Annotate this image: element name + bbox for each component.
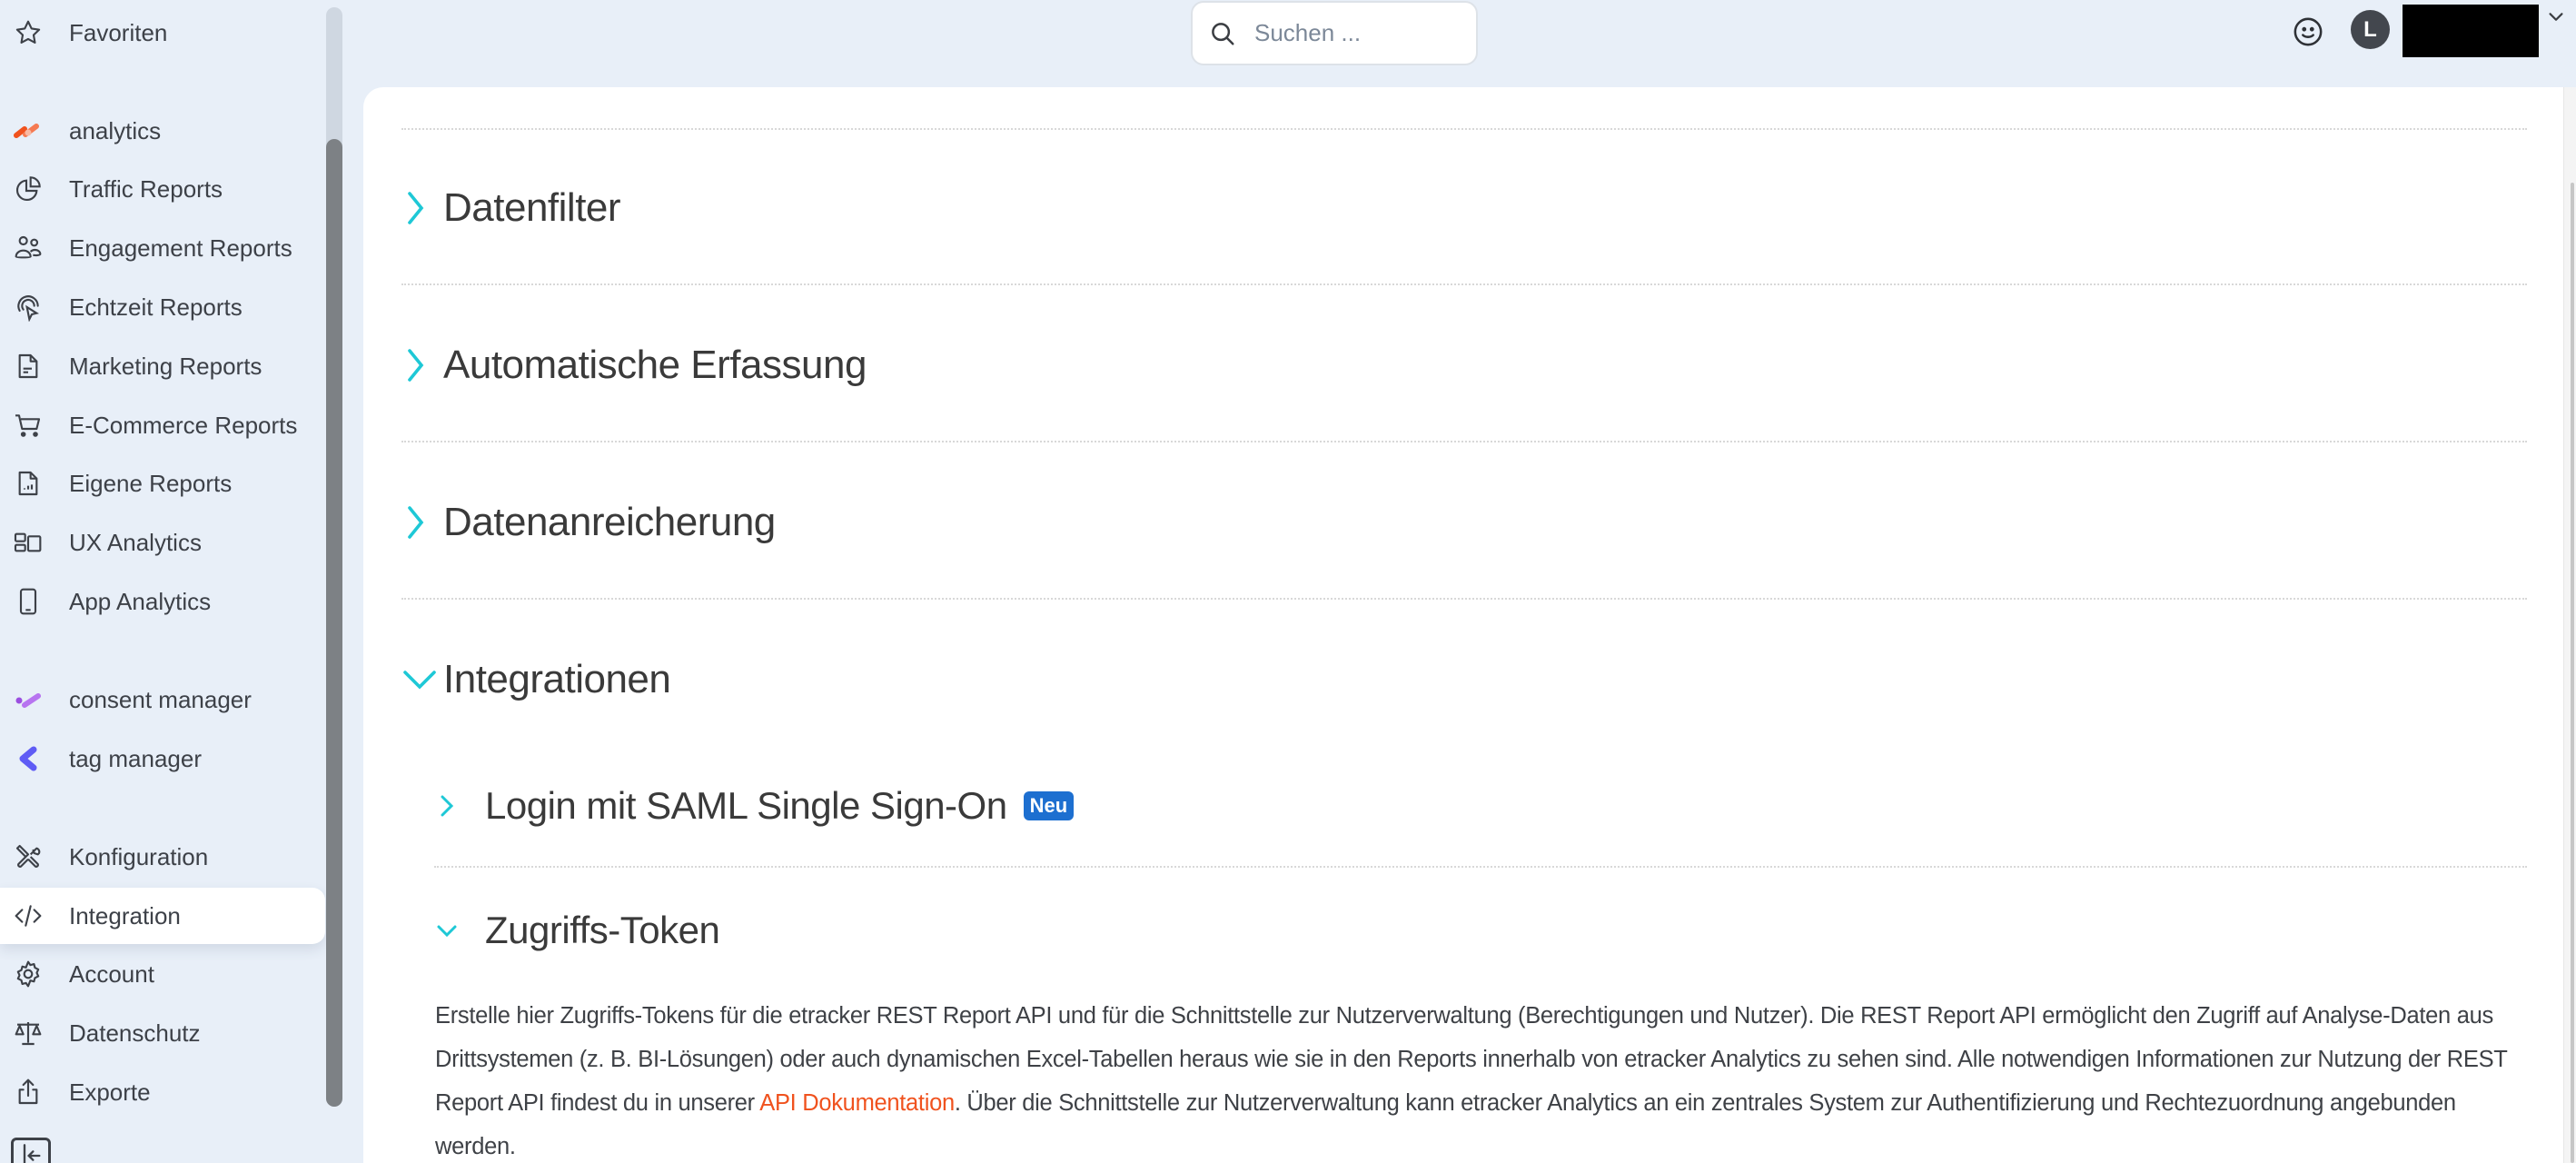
chevron-down-icon[interactable] [2546, 7, 2566, 27]
account-name-redacted[interactable] [2403, 5, 2539, 57]
chevron-right-icon [408, 349, 424, 382]
accordion-title: Login mit SAML Single Sign-On [485, 784, 1007, 827]
realtime-cursor-icon [13, 292, 44, 323]
sidebar-item-label: Exporte [69, 1078, 151, 1106]
accordion-title: Datenfilter [443, 185, 621, 230]
search-box[interactable] [1191, 1, 1478, 65]
sidebar-item-e-commerce-reports[interactable]: E-Commerce Reports [0, 397, 325, 453]
sidebar-item-favoriten[interactable]: Favoriten [0, 5, 325, 61]
gear-icon [13, 959, 44, 989]
pie-chart-icon [13, 174, 44, 204]
chevron-right-icon [441, 795, 454, 817]
divider [401, 283, 2527, 285]
accordion-automatische-erfassung[interactable]: Automatische Erfassung [401, 343, 867, 388]
avatar-initial: L [2363, 16, 2377, 42]
sidebar-item-traffic-reports[interactable]: Traffic Reports [0, 161, 325, 217]
tools-icon [13, 841, 44, 872]
divider [401, 441, 2527, 442]
sidebar: Favoriten analytics Traffic Reports Enga… [0, 0, 363, 1163]
chevron-down-icon [403, 671, 436, 690]
document-icon [13, 351, 44, 382]
avatar[interactable]: L [2351, 10, 2390, 49]
sidebar-item-label: analytics [69, 116, 162, 144]
layout-icon [13, 527, 44, 558]
sidebar-item-marketing-reports[interactable]: Marketing Reports [0, 338, 325, 394]
smiley-icon[interactable] [2293, 16, 2323, 47]
tag-manager-logo-icon [13, 743, 44, 774]
accordion-datenfilter[interactable]: Datenfilter [401, 185, 621, 231]
scales-icon [13, 1018, 44, 1049]
sidebar-item-label: tag manager [69, 744, 202, 772]
sidebar-item-app-analytics[interactable]: App Analytics [0, 573, 325, 630]
accordion-login-saml-sso[interactable]: Login mit SAML Single Sign-On Neu [436, 784, 1075, 828]
sidebar-item-tag-manager[interactable]: tag manager [0, 731, 325, 787]
main-scrollbar-thumb[interactable] [2571, 183, 2574, 1163]
accordion-title: Datenanreicherung [443, 500, 776, 544]
sidebar-item-exporte[interactable]: Exporte [0, 1064, 325, 1120]
sidebar-item-label: Marketing Reports [69, 352, 263, 380]
sidebar-item-integration[interactable]: Integration [0, 888, 325, 944]
search-icon [1212, 22, 1234, 45]
etracker-analytics-logo-icon [13, 115, 44, 146]
code-icon [13, 900, 44, 931]
sidebar-item-engagement-reports[interactable]: Engagement Reports [0, 220, 325, 276]
sidebar-item-label: E-Commerce Reports [69, 411, 298, 439]
accordion-zugriffs-token[interactable]: Zugriffs-Token [436, 909, 720, 952]
report-chart-icon [13, 468, 44, 499]
api-documentation-link[interactable]: API Dokumentation [759, 1090, 955, 1116]
chevron-right-icon [408, 506, 424, 539]
sidebar-item-analytics[interactable]: analytics [0, 103, 325, 159]
smartphone-icon [13, 586, 44, 617]
accordion-integrationen[interactable]: Integrationen [401, 657, 671, 702]
star-icon [13, 17, 44, 48]
sidebar-item-label: Datenschutz [69, 1019, 201, 1047]
collapse-sidebar-icon [23, 1144, 41, 1163]
sidebar-item-eigene-reports[interactable]: Eigene Reports [0, 455, 325, 512]
sidebar-item-konfiguration[interactable]: Konfiguration [0, 829, 325, 885]
users-icon [13, 233, 44, 263]
accordion-title: Integrationen [443, 657, 671, 701]
accordion-datenanreicherung[interactable]: Datenanreicherung [401, 500, 776, 545]
sidebar-item-label: Eigene Reports [69, 469, 233, 497]
accordion-title: Automatische Erfassung [443, 343, 867, 387]
divider [401, 598, 2527, 600]
sidebar-scrollbar-thumb[interactable] [326, 139, 342, 1107]
sidebar-item-label: Account [69, 959, 154, 988]
sidebar-item-label: Konfiguration [69, 842, 209, 870]
collapse-sidebar-button[interactable] [11, 1138, 51, 1163]
shopping-cart-icon [13, 410, 44, 441]
chevron-right-icon [408, 192, 424, 224]
sidebar-item-label: App Analytics [69, 587, 212, 615]
sidebar-item-label: Integration [69, 901, 181, 929]
chevron-down-icon [437, 925, 457, 938]
sidebar-item-label: Favoriten [69, 18, 168, 46]
share-upload-icon [13, 1077, 44, 1108]
divider [434, 866, 2527, 868]
new-badge: Neu [1023, 791, 1075, 820]
sidebar-item-echtzeit-reports[interactable]: Echtzeit Reports [0, 279, 325, 335]
sidebar-item-label: Engagement Reports [69, 234, 292, 262]
sidebar-item-consent-manager[interactable]: consent manager [0, 671, 325, 728]
sidebar-item-label: consent manager [69, 685, 252, 713]
sidebar-item-account[interactable]: Account [0, 946, 325, 1002]
accordion-title: Zugriffs-Token [485, 909, 720, 951]
sidebar-item-datenschutz[interactable]: Datenschutz [0, 1005, 325, 1061]
sidebar-item-label: Traffic Reports [69, 174, 223, 203]
divider [401, 128, 2527, 130]
sidebar-item-label: Echtzeit Reports [69, 293, 243, 321]
search-input[interactable] [1254, 19, 1454, 47]
sidebar-item-ux-analytics[interactable]: UX Analytics [0, 514, 325, 571]
consent-manager-logo-icon [13, 684, 44, 715]
sidebar-item-label: UX Analytics [69, 528, 202, 556]
token-description: Erstelle hier Zugriffs-Tokens für die et… [435, 994, 2524, 1163]
